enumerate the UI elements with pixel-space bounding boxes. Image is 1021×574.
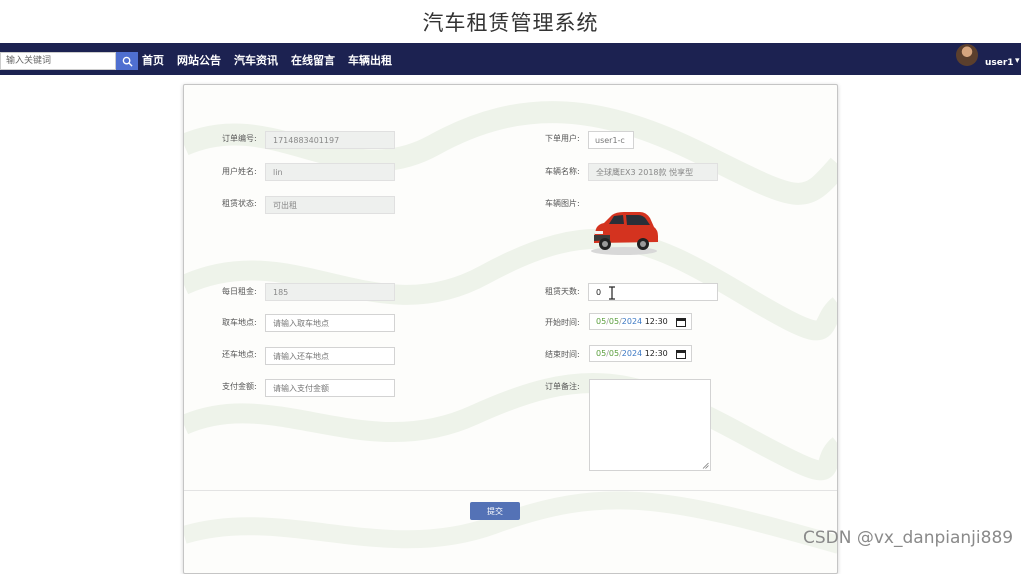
start-time-input[interactable]: 05/05/2024 12:30 (589, 313, 692, 330)
text-cursor-icon (609, 286, 615, 300)
pickup-place-input[interactable]: 请输入取车地点 (265, 314, 395, 332)
car-image (591, 212, 658, 255)
pay-amount-label: 支付金额: (222, 382, 257, 391)
car-name-label: 车辆名称: (545, 167, 580, 176)
nav-item-car-news[interactable]: 汽车资讯 (234, 52, 278, 68)
chevron-down-icon[interactable]: ▾ (1015, 56, 1020, 66)
nav-item-messages[interactable]: 在线留言 (291, 52, 335, 68)
resize-grip-icon[interactable] (702, 462, 709, 469)
order-form-card: 订单编号: 1714883401197 用户姓名: lin 租赁状态: 可出租 … (183, 84, 838, 574)
nav-item-announcements[interactable]: 网站公告 (177, 52, 221, 68)
car-name-field[interactable]: 全球鹰EX3 2018款 悦享型 (588, 163, 718, 181)
end-clock: 12:30 (644, 349, 668, 358)
pickup-place-label: 取车地点: (222, 318, 257, 327)
daily-rent-label: 每日租金: (222, 287, 257, 296)
page-title: 汽车租赁管理系统 (422, 11, 599, 35)
form-divider (184, 490, 837, 491)
return-place-label: 还车地点: (222, 350, 257, 359)
start-day: 05 (608, 317, 620, 326)
car-image-label: 车辆图片: (545, 199, 580, 208)
search-input[interactable] (0, 52, 116, 70)
remark-textarea[interactable] (589, 379, 711, 471)
return-place-input[interactable]: 请输入还车地点 (265, 347, 395, 365)
end-time-label: 结束时间: (545, 350, 580, 359)
start-month: 05 (596, 317, 607, 326)
user-name-label: 用户姓名: (222, 167, 257, 176)
submit-button[interactable]: 提交 (470, 502, 520, 520)
end-year: 2024 (621, 349, 643, 358)
rent-days-label: 租赁天数: (545, 287, 580, 296)
calendar-icon[interactable] (676, 349, 686, 359)
nav-item-home[interactable]: 首页 (142, 52, 164, 68)
end-day: 05 (608, 349, 620, 358)
top-navbar: 首页 网站公告 汽车资讯 在线留言 车辆出租 user1 ▾ (0, 43, 1021, 75)
end-time-input[interactable]: 05/05/2024 12:30 (589, 345, 692, 362)
user-account-field[interactable]: user1-c (588, 131, 634, 149)
search-button[interactable] (116, 52, 138, 70)
order-no-label: 订单编号: (222, 134, 257, 143)
username[interactable]: user1 (985, 58, 1014, 68)
watermark: CSDN @vx_danpianji889 (803, 528, 1014, 548)
daily-rent-field[interactable]: 185 (265, 283, 395, 301)
calendar-icon[interactable] (676, 317, 686, 327)
avatar[interactable] (956, 44, 978, 66)
pay-amount-input[interactable]: 请输入支付金额 (265, 379, 395, 397)
search-icon (122, 56, 133, 67)
end-month: 05 (596, 349, 607, 358)
start-time-label: 开始时间: (545, 318, 580, 327)
order-no-field[interactable]: 1714883401197 (265, 131, 395, 149)
start-clock: 12:30 (644, 317, 668, 326)
user-name-field[interactable]: lin (265, 163, 395, 181)
nav-item-car-rental[interactable]: 车辆出租 (348, 52, 392, 68)
user-account-label: 下单用户: (545, 134, 580, 143)
start-year: 2024 (621, 317, 643, 326)
remark-label: 订单备注: (545, 382, 580, 391)
rent-status-field[interactable]: 可出租 (265, 196, 395, 214)
rent-status-label: 租赁状态: (222, 199, 257, 208)
